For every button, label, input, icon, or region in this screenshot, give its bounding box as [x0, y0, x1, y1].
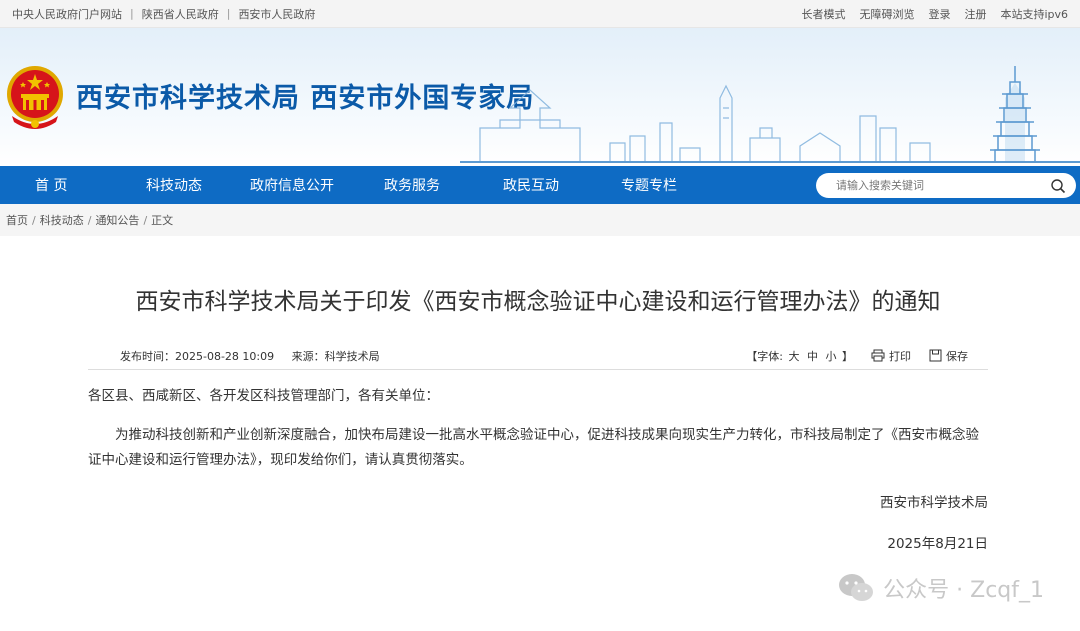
font-size-close: 】 — [842, 349, 853, 363]
save-icon — [929, 349, 942, 362]
font-size-small[interactable]: 小 — [826, 350, 837, 363]
register-link[interactable]: 注册 — [964, 6, 986, 22]
font-size-label: 【字体: — [746, 349, 783, 363]
nav-public-interaction[interactable]: 政民互动 — [503, 175, 559, 195]
save-button[interactable]: 保存 — [929, 348, 968, 364]
article: 西安市科学技术局关于印发《西安市概念验证中心建设和运行管理办法》的通知 发布时间… — [88, 285, 988, 557]
print-label: 打印 — [889, 349, 911, 363]
breadcrumb-separator: / — [87, 213, 92, 227]
printer-icon — [871, 349, 885, 362]
signature-org: 西安市科学技术局 — [880, 495, 988, 511]
print-button[interactable]: 打印 — [871, 348, 911, 364]
link-shaanxi-gov[interactable]: 陕西省人民政府 — [142, 6, 219, 22]
nav-home[interactable]: 首 页 — [35, 175, 67, 195]
link-xian-gov[interactable]: 西安市人民政府 — [238, 6, 315, 22]
accessibility-link[interactable]: 无障碍浏览 — [859, 6, 914, 22]
header-banner: 西安市科学技术局 西安市外国专家局 — [0, 28, 1080, 166]
breadcrumb: 首页 / 科技动态 / 通知公告 / 正文 — [0, 204, 1080, 236]
top-utility-bar: 中央人民政府门户网站 | 陕西省人民政府 | 西安市人民政府 长者模式 无障碍浏… — [0, 0, 1080, 28]
font-size-large[interactable]: 大 — [789, 350, 800, 363]
signature-date: 2025年8月21日 — [887, 536, 988, 552]
article-title: 西安市科学技术局关于印发《西安市概念验证中心建设和运行管理办法》的通知 — [135, 289, 941, 315]
breadcrumb-home[interactable]: 首页 — [6, 212, 28, 228]
main-navigation: 首 页 科技动态 政府信息公开 政务服务 政民互动 专题专栏 — [0, 166, 1080, 204]
nav-special-topics[interactable]: 专题专栏 — [621, 175, 677, 195]
article-source: 来源：科学技术局 — [291, 349, 380, 363]
breadcrumb-notices[interactable]: 通知公告 — [95, 212, 139, 228]
login-link[interactable]: 登录 — [928, 6, 950, 22]
breadcrumb-separator: / — [143, 213, 148, 227]
separator: | — [226, 7, 231, 20]
nav-gov-services[interactable]: 政务服务 — [384, 175, 440, 195]
city-skyline-illustration — [460, 66, 1080, 163]
nav-tech-news[interactable]: 科技动态 — [146, 175, 202, 195]
article-signature: 西安市科学技术局 2025年8月21日 — [88, 491, 988, 557]
separator: | — [130, 7, 134, 20]
search-box — [816, 173, 1076, 198]
font-size-control: 【字体: 大 中 小 】 — [746, 348, 853, 364]
breadcrumb-separator: / — [32, 213, 36, 227]
breadcrumb-current: 正文 — [151, 214, 174, 227]
elder-mode-link[interactable]: 长者模式 — [801, 6, 845, 22]
article-salutation: 各区县、西咸新区、各开发区科技管理部门，各有关单位： — [88, 388, 439, 404]
search-icon[interactable] — [1050, 178, 1066, 194]
link-central-gov[interactable]: 中央人民政府门户网站 — [12, 6, 122, 22]
wechat-watermark: 公众号 · Zcqf_1 — [837, 572, 1044, 604]
utility-links: 长者模式 无障碍浏览 登录 注册 本站支持ipv6 — [801, 6, 1068, 22]
national-emblem-icon — [7, 66, 63, 129]
article-paragraph: 为推动科技创新和产业创新深度融合，加快布局建设一批高水平概念验证中心，促进科技成… — [88, 427, 979, 468]
article-meta-info: 发布时间：2025-08-28 10:09 来源：科学技术局 — [120, 348, 394, 364]
article-tools: 【字体: 大 中 小 】 打印 保存 — [746, 348, 968, 364]
breadcrumb-tech-news[interactable]: 科技动态 — [40, 212, 84, 228]
article-meta-bar: 发布时间：2025-08-28 10:09 来源：科学技术局 【字体: 大 中 … — [88, 342, 988, 370]
publish-time: 发布时间：2025-08-28 10:09 — [120, 349, 275, 363]
gov-links: 中央人民政府门户网站 | 陕西省人民政府 | 西安市人民政府 — [12, 6, 315, 22]
watermark-text: 公众号 · Zcqf_1 — [883, 578, 1044, 603]
font-size-medium[interactable]: 中 — [807, 350, 818, 363]
save-label: 保存 — [946, 349, 968, 363]
search-input[interactable] — [836, 179, 1050, 192]
wechat-icon — [839, 574, 874, 601]
ipv6-support-text: 本站支持ipv6 — [1000, 7, 1068, 21]
nav-gov-info-disclosure[interactable]: 政府信息公开 — [250, 175, 334, 195]
article-body: 各区县、西咸新区、各开发区科技管理部门，各有关单位： 为推动科技创新和产业创新深… — [88, 384, 988, 473]
